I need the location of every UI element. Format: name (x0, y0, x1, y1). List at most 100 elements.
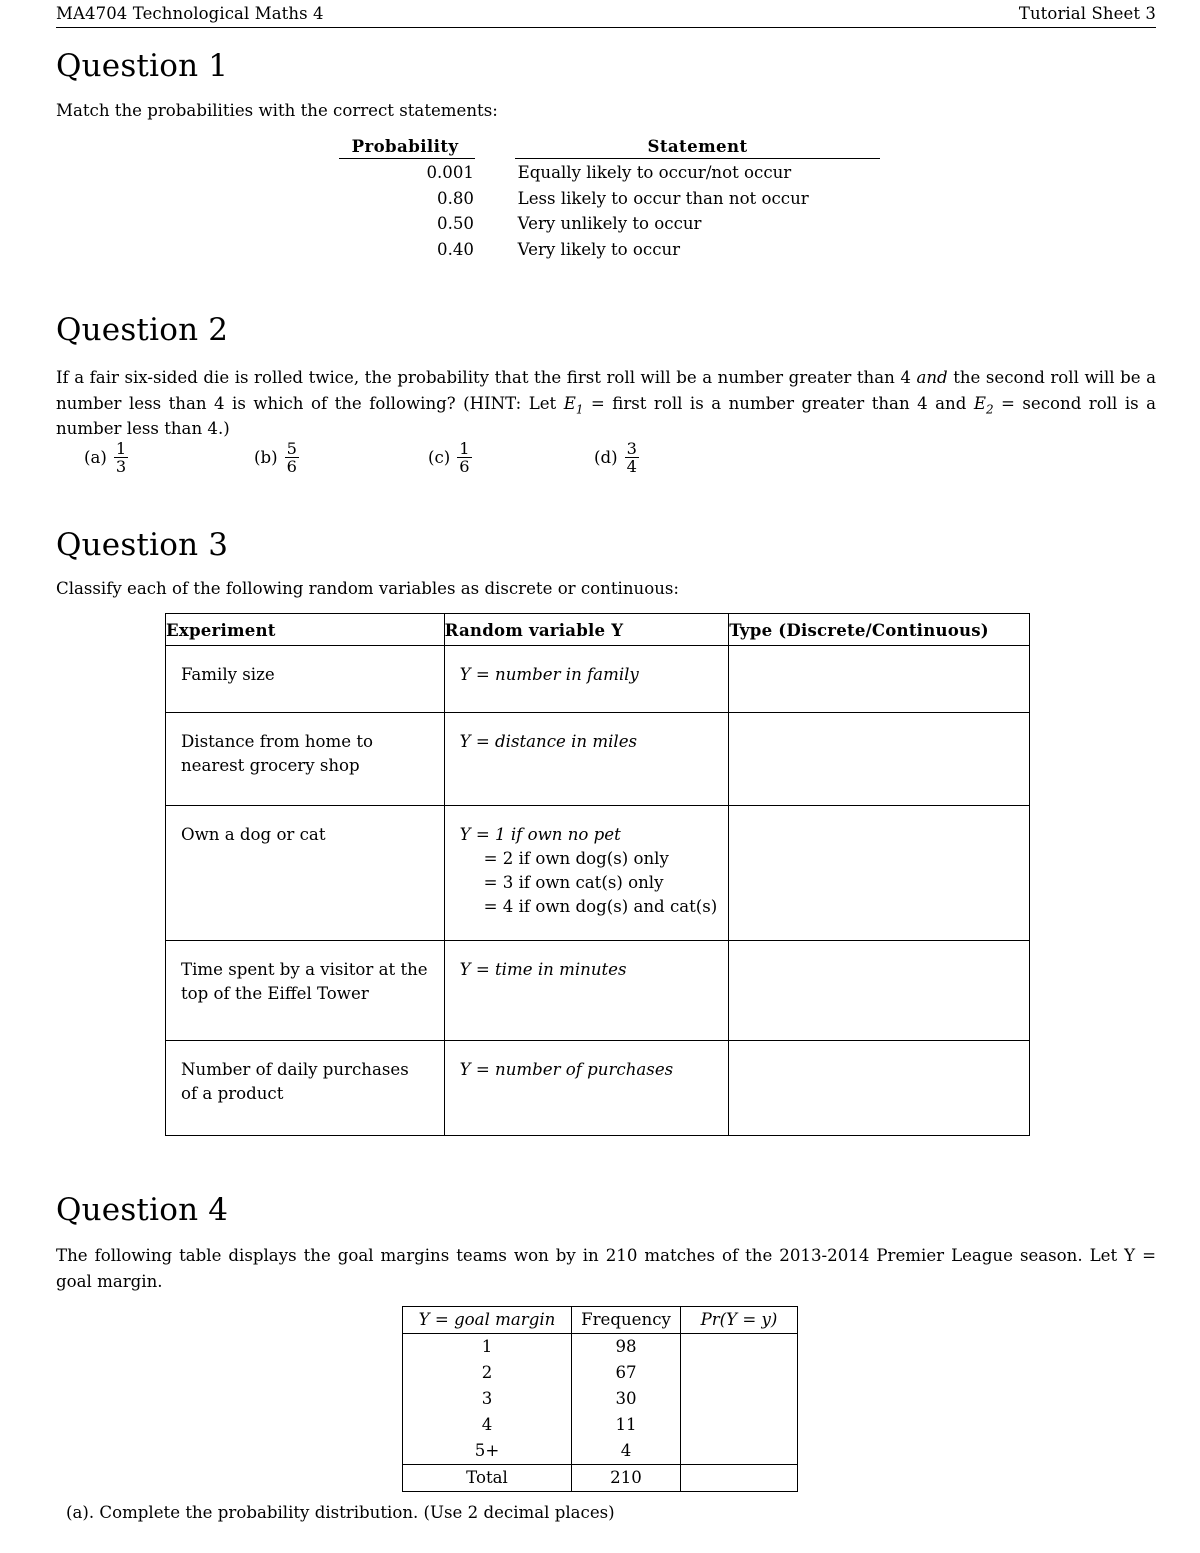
q1-row: 0.50 Very unlikely to occur (335, 214, 880, 240)
q4-total-probability-cell[interactable] (680, 1464, 798, 1492)
q2-event-e2-subscript: 2 (985, 401, 994, 416)
q3-experiment-cell: Own a dog or cat (181, 825, 326, 844)
table-row: 4 11 (402, 1412, 798, 1438)
q1-row: 0.001 Equally likely to occur/not occur (335, 163, 880, 189)
q4-frequency-value: 4 (571, 1438, 681, 1465)
table-row: 1 98 (402, 1333, 798, 1360)
table-row: Time spent by a visitor at the top of th… (165, 940, 1030, 1041)
fraction-denominator: 6 (284, 457, 299, 477)
q3-variable-cell: Y = 1 if own no pet (459, 825, 621, 844)
header-course-title: MA4704 Technological Maths 4 (56, 4, 324, 23)
q4-total-label: Total (402, 1464, 572, 1492)
document-page: MA4704 Technological Maths 4 Tutorial Sh… (0, 0, 1200, 1553)
table-row: 3 30 (402, 1386, 798, 1412)
question-2-option-d[interactable]: (d) 3 4 (594, 440, 639, 476)
q3-col-header-experiment: Experiment (165, 613, 445, 646)
q4-probability-answer-cell[interactable] (680, 1360, 798, 1386)
q1-header-rules (335, 156, 880, 163)
q3-type-answer-cell[interactable] (729, 713, 1029, 744)
q1-rule-probability (339, 158, 475, 159)
question-2-option-b[interactable]: (b) 5 6 (254, 440, 299, 476)
q1-probability-value: 0.001 (426, 163, 474, 182)
q3-type-answer-cell[interactable] (729, 646, 1029, 677)
q4-margin-value: 1 (402, 1333, 572, 1360)
q4-probability-answer-cell[interactable] (680, 1333, 798, 1360)
q2-option-label: (a) (84, 448, 107, 468)
q3-variable-cell: Y = time in minutes (459, 960, 627, 979)
q4-probability-answer-cell[interactable] (680, 1412, 798, 1438)
table-row: Own a dog or cat Y = 1 if own no pet = 2… (165, 805, 1030, 941)
q4-col-header-margin: Y = goal margin (418, 1310, 556, 1329)
q2-body-part-3: = first roll is a number greater than 4 … (583, 393, 974, 413)
q1-row: 0.80 Less likely to occur than not occur (335, 189, 880, 215)
header-rule (56, 27, 1156, 28)
q3-variable-cell: Y = number in family (459, 665, 639, 684)
q2-body-part-1: If a fair six-sided die is rolled twice,… (56, 368, 917, 387)
q2-option-label: (d) (594, 448, 618, 468)
fraction-numerator: 5 (286, 439, 297, 458)
fraction-denominator: 3 (113, 457, 129, 477)
running-header: MA4704 Technological Maths 4 Tutorial Sh… (56, 4, 1156, 23)
q1-probability-value: 0.80 (437, 188, 474, 208)
q4-total-frequency: 210 (571, 1464, 681, 1492)
q4-col-header-frequency: Frequency (571, 1306, 681, 1334)
table-row: Family size Y = number in family (165, 645, 1030, 713)
q3-type-answer-cell[interactable] (729, 1041, 1029, 1072)
q3-variable-cell-line: = 4 if own dog(s) and cat(s) (483, 897, 718, 916)
q2-event-e2: E (973, 393, 986, 413)
q3-variable-cell-line: = 3 if own cat(s) only (483, 873, 664, 892)
q1-col-header-probability: Probability (351, 136, 459, 156)
question-1-header-row: Probability Statement (335, 136, 880, 156)
question-4-body: The following table displays the goal ma… (56, 1246, 1156, 1291)
question-3-classification-table: Experiment Random variable Y Type (Discr… (165, 613, 1030, 1136)
q3-experiment-cell: Distance from home to nearest grocery sh… (181, 732, 374, 775)
q4-probability-answer-cell[interactable] (680, 1386, 798, 1412)
table-header-row: Experiment Random variable Y Type (Discr… (165, 613, 1030, 646)
q3-variable-cell: Y = number of purchases (459, 1060, 674, 1079)
q3-experiment-cell: Number of daily purchases of a product (181, 1060, 409, 1103)
q3-type-answer-cell[interactable] (729, 941, 1029, 972)
q2-option-label: (c) (428, 448, 451, 468)
q2-option-fraction: 1 3 (113, 439, 129, 477)
q4-margin-value: 5+ (402, 1438, 572, 1465)
q2-option-fraction: 5 6 (284, 439, 299, 477)
q1-col-header-statement: Statement (647, 136, 748, 156)
q3-type-answer-cell[interactable] (729, 806, 1029, 837)
question-2-option-c[interactable]: (c) 1 6 (428, 440, 472, 476)
q4-margin-value: 4 (402, 1412, 572, 1438)
q3-variable-cell-line: = 2 if own dog(s) only (483, 849, 669, 868)
fraction-numerator: 1 (115, 439, 127, 458)
question-4-part-a: (a). Complete the probability distributi… (66, 1503, 615, 1522)
fraction-numerator: 1 (459, 439, 470, 458)
q4-frequency-value: 11 (571, 1412, 681, 1438)
question-2-option-a[interactable]: (a) 1 3 (84, 439, 129, 477)
question-3-heading: Question 3 (56, 527, 229, 563)
q1-statement-text: Very unlikely to occur (517, 214, 702, 233)
q1-statement-text: Less likely to occur than not occur (517, 188, 809, 208)
q4-frequency-value: 30 (571, 1386, 681, 1412)
question-1-prompt: Match the probabilities with the correct… (56, 101, 498, 120)
fraction-numerator: 3 (626, 439, 637, 458)
q1-row: 0.40 Very likely to occur (335, 240, 880, 266)
q3-experiment-cell: Family size (181, 665, 275, 684)
question-4-heading: Question 4 (56, 1192, 229, 1228)
q3-col-header-type: Type (Discrete/Continuous) (728, 613, 1030, 646)
q1-probability-value: 0.40 (437, 239, 474, 259)
q4-margin-value: 3 (402, 1386, 572, 1412)
table-row: 2 67 (402, 1360, 798, 1386)
q4-probability-answer-cell[interactable] (680, 1438, 798, 1465)
q1-statement-text: Equally likely to occur/not occur (517, 163, 792, 182)
table-row: Distance from home to nearest grocery sh… (165, 712, 1030, 806)
question-2-options: (a) 1 3 (b) 5 6 (c) 1 6 (d) 3 4 (56, 440, 756, 498)
table-header-row: Y = goal margin Frequency Pr(Y = y) (402, 1306, 798, 1334)
q3-variable-cell: Y = distance in miles (459, 732, 638, 751)
table-row: Number of daily purchases of a product Y… (165, 1040, 1030, 1136)
fraction-denominator: 6 (457, 457, 472, 477)
q3-experiment-cell: Time spent by a visitor at the top of th… (181, 960, 428, 1003)
table-row: 5+ 4 (402, 1438, 798, 1465)
q2-event-e1: E (563, 393, 576, 413)
table-total-row: Total 210 (402, 1464, 798, 1492)
header-sheet-label: Tutorial Sheet 3 (1018, 4, 1156, 23)
question-1-heading: Question 1 (56, 48, 229, 84)
q1-probability-value: 0.50 (437, 214, 474, 233)
